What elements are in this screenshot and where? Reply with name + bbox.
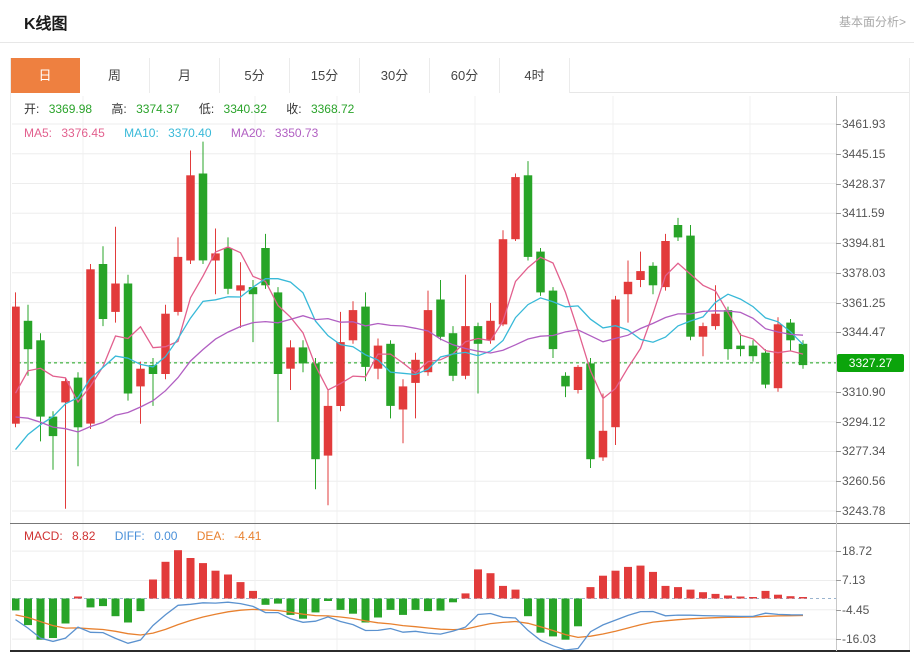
y-axis-label: 3445.15: [842, 147, 885, 161]
ma5-line: [16, 247, 804, 402]
y-axis-label: 3411.59: [842, 206, 885, 220]
tab-15分[interactable]: 15分: [290, 58, 360, 93]
axis-tick: [836, 273, 841, 274]
axis-tick: [836, 392, 841, 393]
axis-tick: [836, 610, 841, 611]
dea-value: -4.41: [234, 529, 261, 543]
ohlc-info-row: 开: 3369.98 高: 3374.37 低: 3340.32 收: 3368…: [24, 100, 360, 117]
y-axis-label: 3428.37: [842, 177, 885, 191]
diff-value: 0.00: [154, 529, 177, 543]
low-label: 低:: [199, 102, 214, 116]
axis-tick: [836, 332, 841, 333]
tab-日[interactable]: 日: [10, 58, 80, 93]
tab-60分[interactable]: 60分: [430, 58, 500, 93]
ma10-label: MA10:: [124, 126, 159, 140]
axis-tick: [836, 422, 841, 423]
diff-label: DIFF:: [115, 529, 145, 543]
ma20-value: 3350.73: [275, 126, 318, 140]
ma20-label: MA20:: [231, 126, 266, 140]
macd-label: MACD:: [24, 529, 63, 543]
axis-tick: [836, 303, 841, 304]
y-axis-label: 3294.12: [842, 415, 885, 429]
open-label: 开:: [24, 102, 39, 116]
title-divider: [0, 42, 914, 43]
tab-5分[interactable]: 5分: [220, 58, 290, 93]
tab-月[interactable]: 月: [150, 58, 220, 93]
close-label: 收:: [286, 102, 301, 116]
current-price-tag: 3327.27: [837, 354, 904, 372]
chart-bottom-axis: [10, 650, 910, 652]
axis-tick: [836, 451, 841, 452]
dea-line: [16, 609, 804, 637]
y-axis-label: 3310.90: [842, 385, 885, 399]
axis-tick: [836, 154, 841, 155]
y-axis-label: 3277.34: [842, 444, 885, 458]
tab-周[interactable]: 周: [80, 58, 150, 93]
high-value: 3374.37: [136, 102, 179, 116]
y-axis-label: -16.03: [842, 632, 876, 646]
axis-tick: [836, 124, 841, 125]
y-axis-label: 3243.78: [842, 504, 885, 518]
axis-tick: [836, 184, 841, 185]
ma5-label: MA5:: [24, 126, 52, 140]
y-axis-label: -4.45: [842, 603, 869, 617]
y-axis-label: 3461.93: [842, 117, 885, 131]
high-label: 高:: [111, 102, 126, 116]
axis-tick: [836, 511, 841, 512]
macd-info-row: MACD: 8.82 DIFF: 0.00 DEA: -4.41: [24, 529, 267, 543]
y-axis-label: 3260.56: [842, 474, 885, 488]
ma10-line: [16, 279, 804, 450]
ma20-line: [16, 311, 804, 432]
low-value: 3340.32: [224, 102, 267, 116]
axis-tick: [836, 639, 841, 640]
candlestick-chart[interactable]: [12, 96, 836, 524]
ma5-value: 3376.45: [61, 126, 104, 140]
tab-4时[interactable]: 4时: [500, 58, 570, 93]
panel-border-right: [909, 58, 910, 652]
close-value: 3368.72: [311, 102, 354, 116]
y-axis-label: 3394.81: [842, 236, 885, 250]
tab-30分[interactable]: 30分: [360, 58, 430, 93]
axis-tick: [836, 243, 841, 244]
axis-tick: [836, 213, 841, 214]
page-title: K线图: [24, 10, 68, 34]
axis-tick: [836, 481, 841, 482]
y-axis-line: [836, 96, 837, 651]
y-axis-label: 3378.03: [842, 266, 885, 280]
dea-label: DEA:: [197, 529, 225, 543]
grid-layer: [12, 96, 836, 524]
axis-tick: [836, 551, 841, 552]
y-axis-label: 18.72: [842, 544, 872, 558]
y-axis-label: 3344.47: [842, 325, 885, 339]
panel-divider: [10, 523, 910, 524]
macd-value: 8.82: [72, 529, 95, 543]
ma-info-row: MA5: 3376.45 MA10: 3370.40 MA20: 3350.73: [24, 126, 324, 140]
interval-tabbar: 日周月5分15分30分60分4时: [10, 58, 910, 93]
panel-border-left: [10, 58, 11, 652]
y-axis-label: 3361.25: [842, 296, 885, 310]
open-value: 3369.98: [49, 102, 92, 116]
ma10-value: 3370.40: [168, 126, 211, 140]
macd-chart[interactable]: [12, 524, 836, 652]
fundamental-analysis-link[interactable]: 基本面分析>: [839, 13, 906, 30]
candles-layer: [12, 142, 807, 509]
y-axis-label: 7.13: [842, 573, 865, 587]
axis-tick: [836, 580, 841, 581]
